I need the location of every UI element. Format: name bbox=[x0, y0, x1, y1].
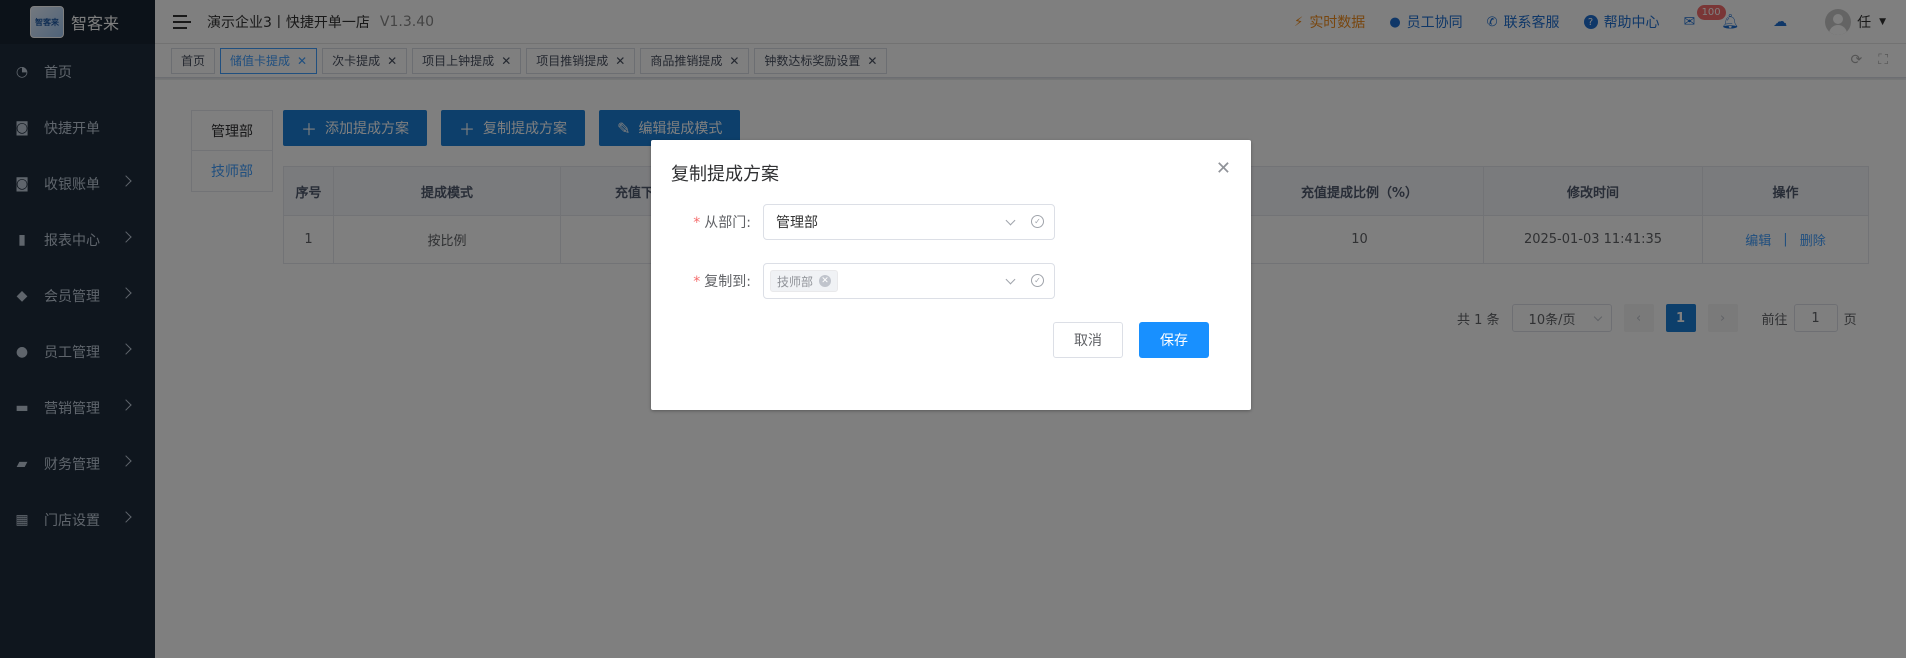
chevron-down-icon bbox=[1005, 215, 1016, 226]
to-dept-row: * 复制到: 技师部 ✕ ✓ bbox=[671, 263, 1055, 299]
check-circle-icon: ✓ bbox=[1031, 274, 1044, 287]
cancel-button[interactable]: 取消 bbox=[1053, 322, 1123, 358]
to-dept-select[interactable]: 技师部 ✕ ✓ bbox=[763, 263, 1055, 299]
save-button[interactable]: 保存 bbox=[1139, 322, 1209, 358]
check-circle-icon: ✓ bbox=[1031, 215, 1044, 228]
from-dept-row: * 从部门: 管理部 ✓ bbox=[671, 204, 1055, 240]
from-dept-select[interactable]: 管理部 ✓ bbox=[763, 204, 1055, 240]
dialog-title: 复制提成方案 bbox=[671, 164, 779, 185]
from-dept-label: * 从部门: bbox=[693, 215, 751, 231]
chevron-down-icon bbox=[1005, 274, 1016, 285]
to-dept-label: * 复制到: bbox=[693, 274, 751, 290]
from-dept-value: 管理部 bbox=[776, 215, 818, 231]
selected-dept-chip: 技师部 ✕ bbox=[770, 270, 839, 292]
close-icon[interactable]: ✕ bbox=[1216, 158, 1231, 179]
copy-plan-dialog: 复制提成方案 ✕ * 从部门: 管理部 ✓ * 复制到: 技师部 ✕ ✓ 取消 保存 bbox=[651, 140, 1251, 410]
chip-close-icon[interactable]: ✕ bbox=[819, 275, 832, 287]
